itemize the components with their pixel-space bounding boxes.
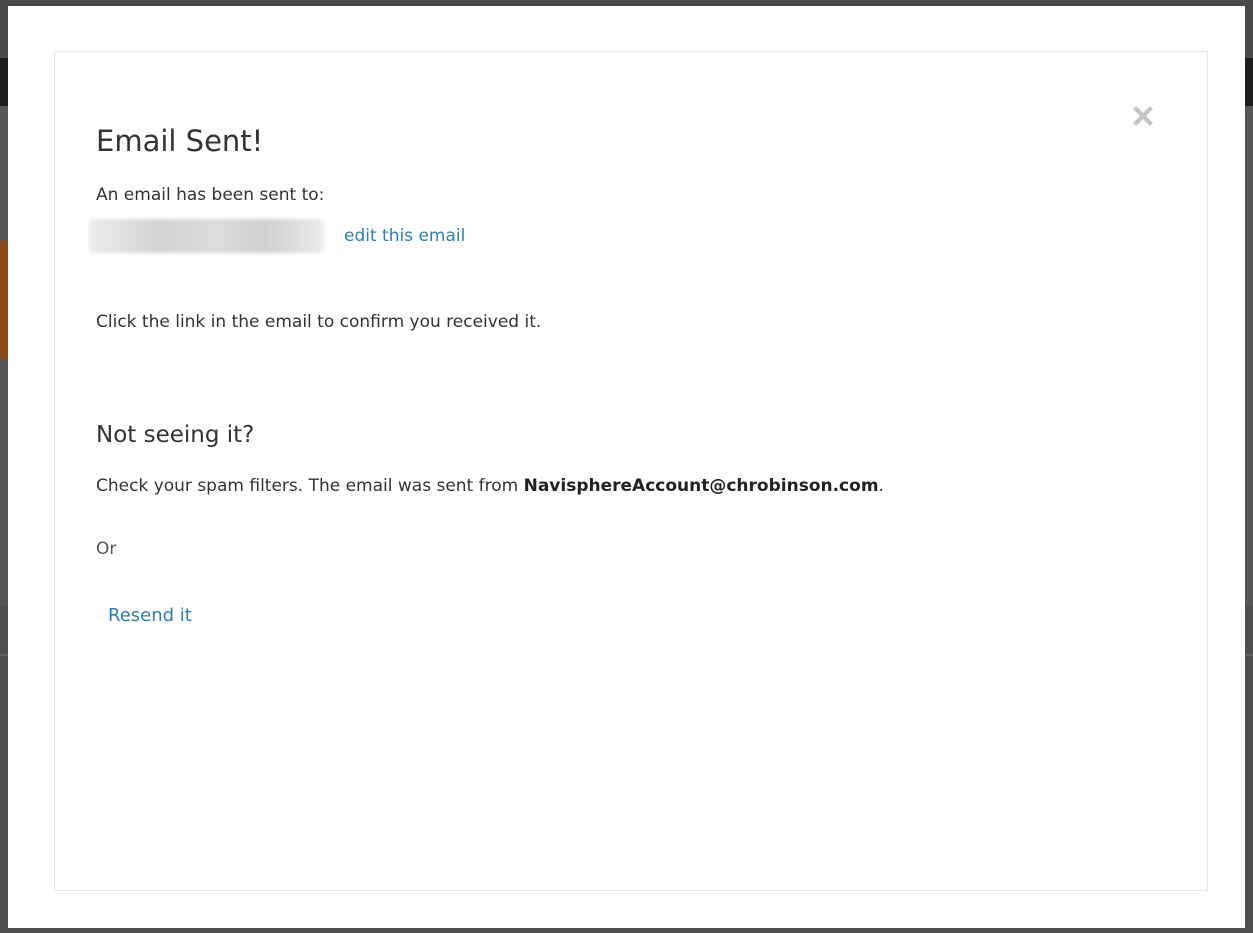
spam-suffix: .: [878, 476, 884, 496]
recipient-row: edit this email: [89, 218, 465, 254]
recipient-email-redacted: [89, 219, 324, 253]
or-separator: Or: [96, 539, 117, 559]
close-icon: [1133, 106, 1153, 126]
edit-email-link[interactable]: edit this email: [344, 226, 465, 246]
sender-email: NavisphereAccount@chrobinson.com: [523, 476, 879, 496]
not-seeing-heading: Not seeing it?: [96, 422, 255, 448]
spam-prefix: Check your spam filters. The email was s…: [96, 476, 524, 496]
modal-content: Email Sent! An email has been sent to: e…: [54, 51, 1208, 891]
confirm-instruction: Click the link in the email to confirm y…: [96, 312, 542, 332]
sent-to-label: An email has been sent to:: [96, 185, 325, 205]
close-button[interactable]: [1127, 100, 1159, 132]
email-sent-modal: Email Sent! An email has been sent to: e…: [8, 6, 1245, 928]
spam-filter-message: Check your spam filters. The email was s…: [96, 476, 884, 496]
resend-link[interactable]: Resend it: [108, 605, 192, 626]
modal-title: Email Sent!: [96, 124, 264, 158]
